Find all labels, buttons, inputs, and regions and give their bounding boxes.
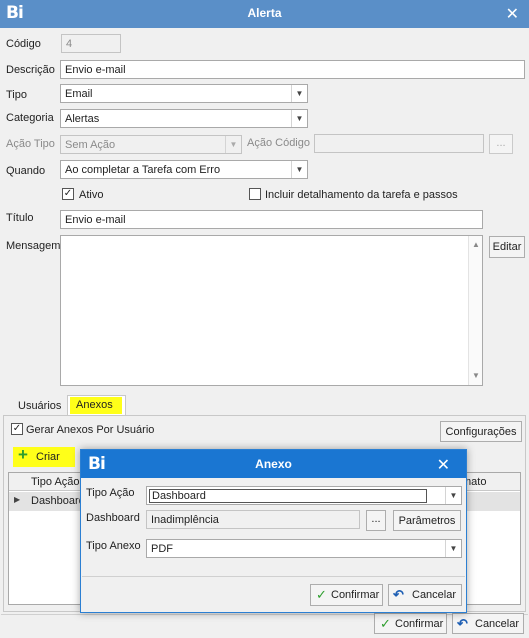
dialog-confirmar-button[interactable]: ✓ Confirmar — [310, 584, 383, 606]
check-icon: ✓ — [316, 587, 327, 602]
acao-codigo-label: Ação Código — [247, 137, 310, 149]
acao-codigo-field — [314, 134, 484, 153]
ativo-checkbox[interactable]: ✓ — [62, 188, 74, 200]
codigo-field: 4 — [61, 34, 121, 53]
categoria-select-value: Alertas — [65, 113, 100, 125]
dialog-cancelar-button[interactable]: ↶ Cancelar — [388, 584, 462, 606]
categoria-label: Categoria — [6, 112, 54, 124]
title-bar: Bi Alerta ✕ — [0, 0, 529, 28]
acao-tipo-select: Sem Ação ▼ — [60, 135, 242, 154]
dialog-footer-separator — [82, 576, 465, 577]
dropdown-arrow-icon[interactable]: ▼ — [291, 85, 307, 102]
dropdown-arrow-icon[interactable]: ▼ — [445, 540, 461, 557]
column-header[interactable]: Tipo Ação — [31, 476, 80, 488]
dialog-cancelar-label: Cancelar — [412, 589, 457, 601]
confirmar-button[interactable]: ✓ Confirmar — [374, 613, 447, 634]
undo-arrow-icon: ↶ — [393, 587, 404, 602]
titulo-input[interactable]: Envio e-mail — [60, 210, 483, 229]
dialog-tipo-acao-select[interactable]: Dashboard ▼ — [146, 486, 462, 505]
mensagem-textarea[interactable]: ▲ ▼ — [60, 235, 483, 386]
scroll-up-icon[interactable]: ▲ — [469, 238, 483, 252]
scroll-down-icon[interactable]: ▼ — [469, 369, 483, 383]
dialog-tipo-acao-value: Dashboard — [149, 489, 427, 503]
dialog-dashboard-label: Dashboard — [86, 512, 140, 524]
dialog-tipo-anexo-label: Tipo Anexo — [86, 540, 141, 552]
dropdown-arrow-icon[interactable]: ▼ — [291, 110, 307, 127]
row-indicator-icon: ▶ — [14, 495, 21, 504]
ativo-label: Ativo — [79, 189, 104, 201]
close-icon[interactable]: ✕ — [437, 455, 450, 475]
editar-button[interactable]: Editar — [489, 236, 525, 258]
dialog-tipo-acao-label: Tipo Ação — [86, 487, 135, 499]
quando-label: Quando — [6, 165, 46, 177]
table-cell: Dashboard — [31, 495, 85, 507]
plus-icon: + — [18, 445, 28, 464]
undo-arrow-icon: ↶ — [457, 616, 468, 631]
tipo-label: Tipo — [6, 89, 27, 101]
dialog-confirmar-label: Confirmar — [331, 589, 380, 601]
tab-usuarios[interactable]: Usuários — [10, 397, 69, 417]
confirmar-label: Confirmar — [395, 618, 444, 630]
dialog-title: Anexo — [255, 457, 292, 471]
check-icon: ✓ — [63, 188, 73, 199]
check-icon: ✓ — [12, 423, 22, 434]
dialog-dashboard-lookup-button[interactable]: ... — [366, 510, 386, 531]
tipo-select-value: Email — [65, 88, 93, 100]
incluir-detalhamento-checkbox[interactable] — [249, 188, 261, 200]
quando-select-value: Ao completar a Tarefa com Erro — [65, 164, 221, 176]
cancelar-label: Cancelar — [475, 618, 520, 630]
dropdown-arrow-icon[interactable]: ▼ — [291, 161, 307, 178]
categoria-select[interactable]: Alertas ▼ — [60, 109, 308, 128]
check-icon: ✓ — [380, 616, 391, 631]
descricao-label: Descrição — [6, 64, 55, 76]
acao-tipo-select-value: Sem Ação — [65, 139, 116, 151]
titulo-label: Título — [6, 212, 34, 224]
dropdown-arrow-icon[interactable]: ▼ — [445, 487, 461, 504]
cancelar-button[interactable]: ↶ Cancelar — [452, 613, 524, 634]
acao-codigo-lookup-button: ... — [489, 134, 513, 154]
parametros-button[interactable]: Parâmetros — [393, 510, 461, 531]
dialog-tipo-anexo-value: PDF — [151, 543, 173, 555]
codigo-label: Código — [6, 38, 41, 50]
footer-separator — [1, 614, 528, 615]
descricao-input[interactable]: Envio e-mail — [60, 60, 525, 79]
incluir-detalhamento-label: Incluir detalhamento da tarefa e passos — [265, 189, 458, 201]
close-icon[interactable]: ✕ — [506, 4, 519, 24]
dialog-title-bar: Bi Anexo ✕ — [81, 450, 466, 478]
dialog-dashboard-field: Inadimplência — [146, 510, 360, 529]
criar-label: Criar — [36, 451, 60, 463]
criar-button[interactable]: + Criar — [13, 445, 75, 467]
dropdown-arrow-icon: ▼ — [225, 136, 241, 153]
quando-select[interactable]: Ao completar a Tarefa com Erro ▼ — [60, 160, 308, 179]
tab-anexos[interactable]: Anexos — [67, 395, 126, 416]
gerar-anexos-checkbox[interactable]: ✓ — [11, 423, 23, 435]
gerar-anexos-label: Gerar Anexos Por Usuário — [26, 424, 155, 436]
window-title: Alerta — [247, 6, 282, 20]
tab-anexos-label: Anexos — [76, 399, 113, 411]
acao-tipo-label: Ação Tipo — [6, 138, 55, 150]
configuracoes-button[interactable]: Configurações — [440, 421, 522, 442]
tipo-select[interactable]: Email ▼ — [60, 84, 308, 103]
anexo-dialog: Bi Anexo ✕ Tipo Ação Dashboard ▼ Dashboa… — [80, 449, 467, 613]
dialog-tipo-anexo-select[interactable]: PDF ▼ — [146, 539, 462, 558]
mensagem-label: Mensagem — [6, 240, 61, 252]
mensagem-scrollbar[interactable]: ▲ ▼ — [468, 236, 482, 385]
